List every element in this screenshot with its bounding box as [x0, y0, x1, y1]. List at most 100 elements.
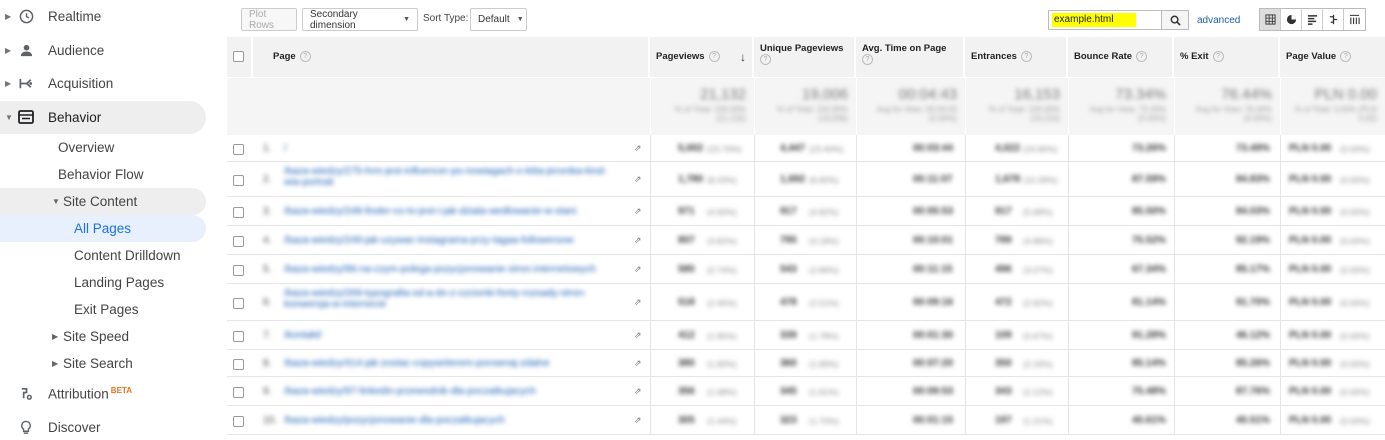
table-view-button[interactable]: [1260, 9, 1281, 30]
nav-discover[interactable]: Discover: [0, 411, 216, 440]
row-checkbox[interactable]: [233, 359, 244, 370]
page-link[interactable]: /baza-wiedzy/pozycjonowanie-dla-poczatku…: [284, 415, 624, 426]
open-page-icon[interactable]: ⇗: [634, 174, 642, 185]
nav-behavior-flow[interactable]: Behavior Flow: [0, 161, 216, 188]
row-checkbox[interactable]: [233, 207, 244, 218]
pageviews-header-text: Pageviews: [656, 51, 705, 63]
column-header-entrances[interactable]: Entrances?: [965, 37, 1067, 77]
page-link[interactable]: /: [284, 143, 624, 154]
comparison-view-button[interactable]: [1323, 9, 1344, 30]
help-icon[interactable]: ?: [299, 51, 311, 62]
page-link[interactable]: /baza-wiedzy/269-typografia-od-a-do-z-cz…: [284, 288, 624, 310]
exit-value: 87.76%: [1236, 386, 1270, 397]
nav-exit-pages[interactable]: Exit Pages: [0, 296, 216, 323]
open-page-icon[interactable]: ⇗: [634, 330, 642, 341]
column-header-exit[interactable]: % Exit?: [1174, 37, 1279, 77]
nav-behavior[interactable]: ▼ Behavior: [0, 100, 206, 134]
nav-all-pages[interactable]: All Pages: [0, 215, 206, 242]
page-header-text: Page: [273, 51, 296, 63]
total-unique-pageviews-value: 19,006: [802, 86, 848, 103]
open-page-icon[interactable]: ⇗: [634, 235, 642, 246]
nav-content-drilldown[interactable]: Content Drilldown: [0, 242, 216, 269]
column-header-bounce-rate[interactable]: Bounce Rate?: [1068, 37, 1173, 77]
nav-overview[interactable]: Overview: [0, 134, 216, 161]
row-checkbox[interactable]: [233, 416, 244, 427]
pie-view-button[interactable]: [1281, 9, 1302, 30]
column-header-page[interactable]: Page?: [253, 37, 649, 77]
page-value-percent: (0.00%): [1340, 359, 1370, 369]
total-avg-time-sub: Avg for View: 00:04:43 (0.00%): [876, 105, 957, 123]
row-checkbox[interactable]: [233, 265, 244, 276]
column-header-unique-pageviews[interactable]: Unique Pageviews ?: [754, 37, 855, 77]
open-page-icon[interactable]: ⇗: [634, 415, 642, 426]
row-checkbox[interactable]: [233, 236, 244, 247]
help-icon[interactable]: ?: [1136, 51, 1148, 62]
total-avg-time-value: 00:04:43: [898, 86, 957, 103]
search-button[interactable]: [1161, 10, 1189, 30]
avg-time-value: 00:10:01: [913, 235, 954, 246]
row-checkbox[interactable]: [233, 175, 244, 186]
select-all-checkbox[interactable]: [233, 51, 244, 62]
nav-realtime[interactable]: ▶ Realtime: [0, 0, 216, 34]
pivot-view-button[interactable]: [1344, 9, 1365, 30]
page-link[interactable]: /baza-wiedzy/248-finder-co-to-jest-i-jak…: [284, 206, 624, 217]
nav-site-content[interactable]: ▼ Site Content: [0, 188, 206, 215]
unique-pageviews-header-text: Unique Pageviews: [760, 43, 844, 54]
page-link[interactable]: /baza-wiedzy/97-linkedin-przewodnik-dla-…: [284, 386, 624, 397]
open-page-icon[interactable]: ⇗: [634, 206, 642, 217]
table-cell: [754, 284, 856, 320]
page-link[interactable]: /baza-wiedzy/414-jak-zostac-copywriterem…: [284, 358, 624, 369]
advanced-filter-link[interactable]: advanced: [1197, 15, 1240, 26]
nav-site-speed[interactable]: ▶ Site Speed: [0, 323, 216, 350]
table-cell: [650, 321, 754, 349]
performance-view-button[interactable]: [1302, 9, 1323, 30]
caret-right-icon: ▶: [5, 79, 12, 89]
column-header-page-value[interactable]: Page Value?: [1280, 37, 1385, 77]
page-link[interactable]: /kontakt/: [284, 330, 624, 341]
page-link[interactable]: /baza-wiedzy/96-na-czym-polega-pozycjono…: [284, 264, 624, 275]
table-cell: [754, 321, 856, 349]
nav-acquisition[interactable]: ▶ Acquisition: [0, 67, 216, 101]
unique-pageviews-percent: (23.40%): [809, 144, 844, 154]
select-all-header: [227, 37, 252, 77]
open-page-icon[interactable]: ⇗: [634, 264, 642, 275]
pageviews-percent: (1.95%): [707, 331, 737, 341]
unique-pageviews-value: 795: [780, 235, 797, 246]
bounce-rate-value: 81.14%: [1132, 297, 1166, 308]
help-icon[interactable]: ?: [708, 51, 720, 62]
help-icon[interactable]: ?: [1340, 51, 1352, 62]
pie-chart-icon: [1286, 14, 1296, 25]
sidebar: ▶ Realtime ▶ Audience ▶ Acquisition ▼ Be…: [0, 0, 216, 440]
nav-site-search[interactable]: ▶ Site Search: [0, 350, 216, 377]
bounce-rate-value: 40.61%: [1132, 415, 1166, 426]
help-icon[interactable]: ?: [862, 54, 873, 65]
row-checkbox[interactable]: [233, 144, 244, 155]
open-page-icon[interactable]: ⇗: [634, 143, 642, 154]
sort-type-dropdown[interactable]: Default ▼: [470, 8, 527, 31]
page-link[interactable]: /baza-wiedzy/275-hrm-jest-influencer-po-…: [284, 166, 624, 188]
help-icon[interactable]: ?: [760, 54, 771, 65]
row-checkbox[interactable]: [233, 298, 244, 309]
row-checkbox[interactable]: [233, 387, 244, 398]
open-page-icon[interactable]: ⇗: [634, 386, 642, 397]
unique-pageviews-percent: (4.82%): [809, 207, 839, 217]
open-page-icon[interactable]: ⇗: [634, 358, 642, 369]
help-icon[interactable]: ?: [1212, 51, 1224, 62]
help-icon[interactable]: ?: [1020, 51, 1032, 62]
page-link[interactable]: /baza-wiedzy/249-jak-uzywac-instagrama-p…: [284, 235, 624, 246]
row-checkbox[interactable]: [233, 331, 244, 342]
plot-rows-button[interactable]: Plot Rows: [241, 8, 297, 31]
column-header-avg-time[interactable]: Avg. Time on Page ?: [856, 37, 964, 77]
search-input-value: example.html: [1052, 13, 1136, 27]
open-page-icon[interactable]: ⇗: [634, 297, 642, 308]
nav-landing-pages[interactable]: Landing Pages: [0, 269, 216, 296]
column-header-pageviews[interactable]: Pageviews? ↓: [650, 37, 753, 77]
nav-attribution[interactable]: Attribution BETA: [0, 377, 216, 411]
nav-audience[interactable]: ▶ Audience: [0, 34, 216, 68]
nav-exit-pages-label: Exit Pages: [74, 302, 139, 317]
person-icon: [17, 41, 35, 59]
unique-pageviews-percent: (4.18%): [809, 236, 839, 246]
secondary-dimension-dropdown[interactable]: Secondary dimension ▼: [302, 8, 418, 31]
avg-time-value: 00:11:15: [913, 264, 953, 275]
total-pageviews-value: 21,132: [700, 86, 746, 103]
